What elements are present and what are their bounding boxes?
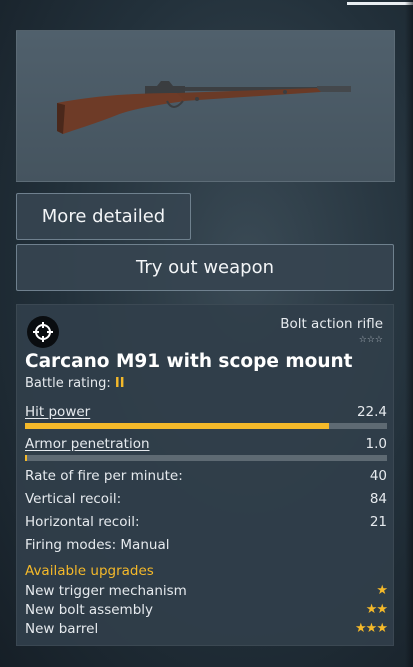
armor-penetration-bar-fill — [25, 455, 27, 461]
weapon-class: Bolt action rifle — [280, 316, 383, 332]
upgrade-label: New bolt assembly — [25, 602, 154, 618]
upgrade-stars: ★★★ — [355, 621, 388, 636]
try-out-weapon-label: Try out weapon — [136, 257, 274, 278]
spec-label: Firing modes: Manual — [25, 537, 170, 553]
spec-label: Rate of fire per minute: — [25, 468, 183, 484]
armor-penetration-bar — [25, 455, 387, 461]
top-indicator-line — [347, 2, 413, 5]
spec-vertical-recoil: Vertical recoil: 84 — [25, 491, 387, 507]
hit-power-bar — [25, 423, 387, 429]
hit-power-bar-fill — [25, 423, 330, 429]
upgrade-item: New bolt assembly ★★ — [25, 602, 388, 618]
upgrade-label: New barrel — [25, 621, 99, 637]
spec-label: Horizontal recoil: — [25, 514, 140, 530]
stat-value: 1.0 — [365, 436, 387, 452]
battle-rating-value: II — [114, 376, 125, 391]
spec-firing-modes: Firing modes: Manual — [25, 537, 387, 553]
upgrades-heading: Available upgrades — [25, 563, 154, 579]
weapon-info-card: Bolt action rifle ☆☆☆ Carcano M91 with s… — [16, 304, 394, 646]
more-detailed-label: More detailed — [41, 206, 166, 227]
spec-label: Vertical recoil: — [25, 491, 122, 507]
upgrade-label: New trigger mechanism — [25, 583, 187, 599]
spec-horizontal-recoil: Horizontal recoil: 21 — [25, 514, 387, 530]
weapon-name: Carcano M91 with scope mount — [25, 351, 353, 372]
stat-label: Armor penetration — [25, 436, 150, 452]
upgrade-stars: ★ — [376, 583, 388, 598]
spec-rate-of-fire: Rate of fire per minute: 40 — [25, 468, 387, 484]
stat-hit-power: Hit power 22.4 — [25, 404, 387, 434]
battle-rating: Battle rating: II — [25, 376, 125, 391]
weapon-preview — [16, 30, 395, 182]
battle-rating-label: Battle rating: — [25, 376, 111, 391]
spec-value: 40 — [369, 468, 387, 484]
upgrade-item: New barrel ★★★ — [25, 621, 388, 637]
right-edge-shadow — [405, 0, 413, 667]
upgrade-item: New trigger mechanism ★ — [25, 583, 388, 599]
stat-value: 22.4 — [356, 404, 387, 420]
spec-value: 21 — [369, 514, 387, 530]
stat-label: Hit power — [25, 404, 91, 420]
crosshair-icon — [27, 316, 59, 348]
stat-armor-penetration: Armor penetration 1.0 — [25, 436, 387, 466]
more-detailed-button[interactable]: More detailed — [16, 193, 191, 240]
weapon-class-stars: ☆☆☆ — [358, 335, 383, 345]
rifle-image — [57, 81, 351, 134]
try-out-weapon-button[interactable]: Try out weapon — [16, 244, 394, 291]
upgrade-stars: ★★ — [365, 602, 388, 617]
spec-value: 84 — [369, 491, 387, 507]
